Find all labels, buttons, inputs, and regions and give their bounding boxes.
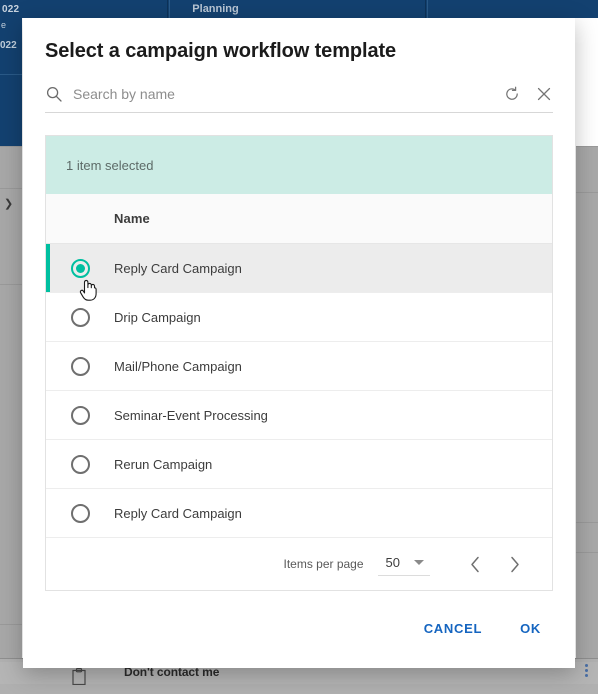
left-panel-row	[0, 284, 22, 624]
navbar-tab-planning[interactable]: Planning	[182, 0, 248, 18]
radio-button[interactable]	[70, 356, 90, 376]
dialog-title: Select a campaign workflow template	[45, 40, 397, 62]
previous-page-button[interactable]	[456, 556, 495, 573]
radio-button-selected[interactable]	[70, 258, 90, 278]
table-row[interactable]: Reply Card Campaign	[46, 244, 552, 293]
clipboard-icon	[72, 668, 86, 685]
table-row[interactable]: Rerun Campaign	[46, 440, 552, 489]
table-row[interactable]: Mail/Phone Campaign	[46, 342, 552, 391]
row-label: Drip Campaign	[114, 309, 201, 325]
radio-button[interactable]	[70, 307, 90, 327]
search-field[interactable]	[45, 83, 553, 113]
items-per-page-label: Items per page	[283, 557, 364, 571]
app-left-rail	[0, 18, 22, 146]
select-template-dialog: Select a campaign workflow template Sear…	[23, 18, 575, 668]
paginator: Items per page 50	[46, 538, 552, 590]
navbar-separator-left	[167, 0, 169, 18]
row-label: Rerun Campaign	[114, 456, 213, 472]
template-list-card: 1 item selected Name Reply Card Campaign…	[45, 135, 553, 591]
navbar-year-label: 022	[2, 3, 20, 15]
row-label: Reply Card Campaign	[114, 505, 242, 521]
cancel-button[interactable]: CANCEL	[412, 611, 494, 646]
row-label: Seminar-Event Processing	[114, 407, 268, 423]
row-radio-cell[interactable]	[46, 405, 114, 425]
radio-button[interactable]	[70, 405, 90, 425]
chevron-down-icon	[414, 560, 424, 565]
search-input[interactable]	[73, 86, 495, 102]
selection-count-label: 1 item selected	[66, 157, 154, 173]
left-panel-row	[0, 624, 22, 658]
selection-banner: 1 item selected	[46, 136, 552, 194]
table-row[interactable]: Drip Campaign	[46, 293, 552, 342]
next-page-button[interactable]	[495, 556, 534, 573]
dialog-actions: CANCEL OK	[23, 611, 575, 668]
search-icon	[45, 85, 63, 103]
rail-divider	[0, 74, 22, 75]
row-radio-cell[interactable]	[46, 258, 114, 278]
screen: 022 Planning e 022 ❯ Don't contact me Se…	[0, 0, 598, 694]
column-header-name: Name	[114, 211, 150, 226]
left-panel-row	[0, 146, 22, 188]
chevron-right-icon[interactable]: ❯	[4, 198, 16, 210]
right-panel-row	[576, 146, 598, 192]
app-navbar: 022 Planning	[0, 0, 598, 18]
row-radio-cell[interactable]	[46, 356, 114, 376]
table-row[interactable]: Reply Card Campaign	[46, 489, 552, 538]
navbar-separator-right	[424, 0, 426, 18]
right-panel-row	[576, 192, 598, 522]
refresh-icon[interactable]	[503, 85, 521, 103]
row-label: Mail/Phone Campaign	[114, 358, 242, 374]
kebab-menu-icon[interactable]	[585, 664, 588, 677]
chevron-right-icon	[511, 556, 519, 572]
row-radio-cell[interactable]	[46, 503, 114, 523]
right-panel-row	[576, 522, 598, 552]
table-row[interactable]: Seminar-Event Processing	[46, 391, 552, 440]
row-radio-cell[interactable]	[46, 307, 114, 327]
table-header-row: Name	[46, 194, 552, 244]
row-radio-cell[interactable]	[46, 454, 114, 474]
ok-button[interactable]: OK	[508, 611, 553, 646]
close-icon[interactable]	[535, 85, 553, 103]
page-size-value: 50	[385, 555, 400, 570]
chevron-left-icon	[471, 556, 479, 572]
row-label: Reply Card Campaign	[114, 260, 242, 276]
radio-button[interactable]	[70, 503, 90, 523]
radio-button[interactable]	[70, 454, 90, 474]
page-size-select[interactable]: 50	[377, 552, 430, 576]
right-panel-row	[576, 552, 598, 658]
rail-year-label: 022	[0, 40, 17, 51]
rail-sub-label: e	[1, 20, 7, 30]
